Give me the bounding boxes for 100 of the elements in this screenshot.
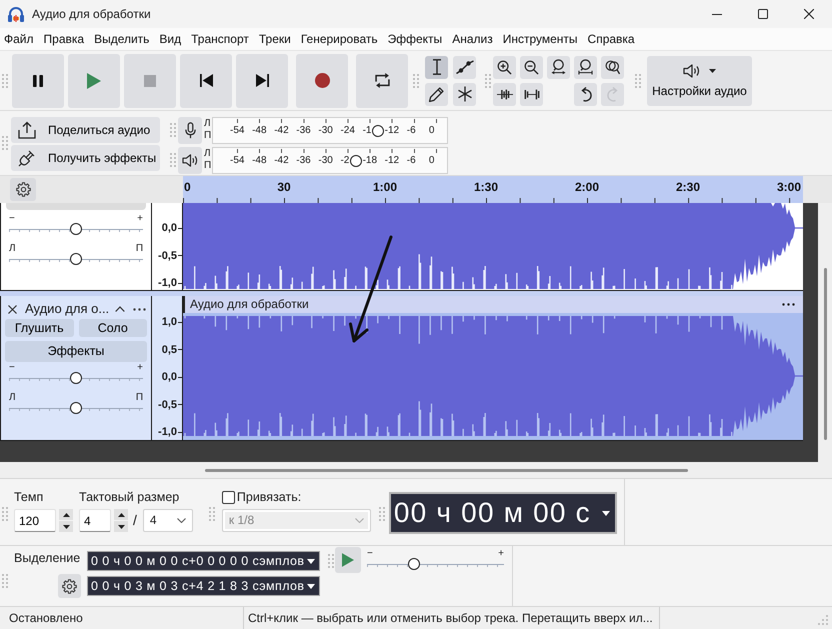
track-control-panel[interactable]: − + Л П [0,203,152,290]
time-display[interactable]: 00 ч 00 м 00 с [388,492,617,534]
menu-item[interactable]: Вид [159,32,182,46]
spin-up-button[interactable] [59,509,73,520]
menu-item[interactable]: Справка [588,32,635,46]
close-icon[interactable] [8,304,17,314]
grip-icon[interactable] [635,74,641,88]
scrollbar-thumb[interactable] [205,469,688,472]
slider-thumb[interactable] [408,558,420,570]
zoom-out-icon [524,60,539,74]
zoom-in-button[interactable] [493,56,516,78]
window-title: Аудио для обработки [32,6,152,22]
grip-icon[interactable] [2,507,8,521]
meter-scale-label: 0 [428,124,434,136]
chevron-up-icon[interactable] [115,306,125,312]
undo-button[interactable] [574,82,597,106]
speaker-icon [683,62,701,79]
skip-to-start-icon [200,74,212,87]
spin-down-button[interactable] [114,521,128,532]
grip-icon[interactable] [2,574,8,588]
fit-selection-button[interactable] [547,56,570,78]
selection-end-field[interactable]: 0 0 ч 0 3 м 0 3 с+4 2 1 8 3 сэмплов [87,576,320,596]
trim-audio-button[interactable] [493,82,516,106]
clip-title-bar[interactable]: Аудио для обработки [183,296,803,313]
menu-dots-icon[interactable] [133,308,146,310]
meter-scale-label: 0 [428,154,434,166]
track-control-panel[interactable]: Аудио для о... Глушить Соло Эффекты − + Л П [0,296,152,440]
get-effects-button[interactable]: Получить эффекты [11,145,160,171]
scrollbar-thumb[interactable] [824,268,826,440]
grip-icon[interactable] [413,74,419,88]
menu-item[interactable]: Файл [4,32,34,46]
grip-icon[interactable] [485,74,491,88]
tempo-label: Темп [14,490,44,505]
share-audio-button[interactable]: Поделиться аудио [11,117,160,143]
timeline-ruler[interactable]: 0 30 1:00 1:30 2:00 2:30 3:00 [183,176,803,203]
draw-tool-button[interactable] [425,82,448,106]
triangle-down-icon [118,524,124,528]
grip-icon[interactable] [328,554,334,568]
speaker-button[interactable] [178,146,202,174]
audio-setup-button[interactable]: Настройки аудио [647,56,752,106]
selection-tool-button[interactable] [425,56,448,78]
effects-button[interactable]: Эффекты [5,341,147,362]
silence-audio-button[interactable] [520,82,543,106]
timeline-settings-button[interactable] [10,178,36,201]
microphone-button[interactable] [178,116,202,144]
spin-down-button[interactable] [59,521,73,532]
skip-to-start-button[interactable] [180,54,232,108]
stop-icon [144,74,156,86]
slider-thumb[interactable] [70,372,82,384]
menu-item[interactable]: Треки [258,32,291,46]
envelope-tool-button[interactable] [453,56,476,78]
menu-item[interactable]: Инструменты [502,32,578,46]
record-button[interactable] [296,54,348,108]
loop-button[interactable] [356,54,408,108]
tempo-field[interactable]: 120 [14,509,56,532]
playback-meter[interactable]: -54 -48 -42 -36 -30 -2 -18 -12 -6 0 [212,146,448,174]
time-label: 1:00 [372,180,398,194]
time-signature-label: Тактовый размер [79,490,180,505]
menu-item[interactable]: Эффекты [388,32,442,46]
skip-to-end-button[interactable] [236,54,288,108]
vertical-scrollbar[interactable] [818,203,832,478]
grip-icon[interactable] [2,74,8,88]
spin-up-button[interactable] [114,509,128,520]
grip-icon[interactable] [208,507,215,521]
resize-grip-icon[interactable] [818,615,828,625]
pause-button[interactable] [12,54,64,108]
slider-min-label: − [367,549,373,558]
fit-project-button[interactable] [574,56,597,78]
grip-icon[interactable] [378,507,385,521]
menu-item[interactable]: Анализ [452,32,493,46]
selection-start-field[interactable]: 0 0 ч 0 0 м 0 0 с+0 0 0 0 0 сэмплов [87,551,320,571]
time-label: 30 [277,180,291,194]
menu-item[interactable]: Генерировать [300,32,378,46]
menu-item[interactable]: Транспорт [191,32,249,46]
menu-dots-icon[interactable] [782,303,795,306]
mute-button[interactable]: Глушить [5,319,74,337]
grip-icon[interactable] [2,136,8,150]
menu-item[interactable]: Выделить [94,32,150,46]
menu-item[interactable]: Правка [44,32,84,46]
meter-slider-thumb[interactable] [350,154,362,166]
slider-thumb[interactable] [70,253,82,265]
horizontal-scrollbar[interactable] [0,462,818,478]
beat-unit-dropdown[interactable]: 4 [142,509,193,532]
slider-thumb[interactable] [70,223,82,235]
grip-icon[interactable] [170,153,176,167]
multi-tool-button[interactable] [453,82,476,106]
meter-scale-label: -1 [362,124,372,136]
caret-down-icon [307,584,315,588]
zoom-out-button[interactable] [520,56,543,78]
zoom-toggle-button[interactable] [601,56,624,78]
slider-thumb[interactable] [70,402,82,414]
solo-button[interactable]: Соло [78,319,147,337]
recording-meter[interactable]: -54 -48 -42 -36 -30 -24 -1 -12 -6 0 [212,116,448,144]
grip-icon[interactable] [170,123,176,137]
selection-settings-button[interactable] [58,574,81,598]
triangle-down-icon [62,524,70,528]
track-name[interactable]: Аудио для о... [25,301,110,317]
meter-slider-thumb[interactable] [372,124,384,136]
beats-field[interactable]: 4 [79,509,111,532]
play-at-speed-button[interactable] [335,547,361,573]
